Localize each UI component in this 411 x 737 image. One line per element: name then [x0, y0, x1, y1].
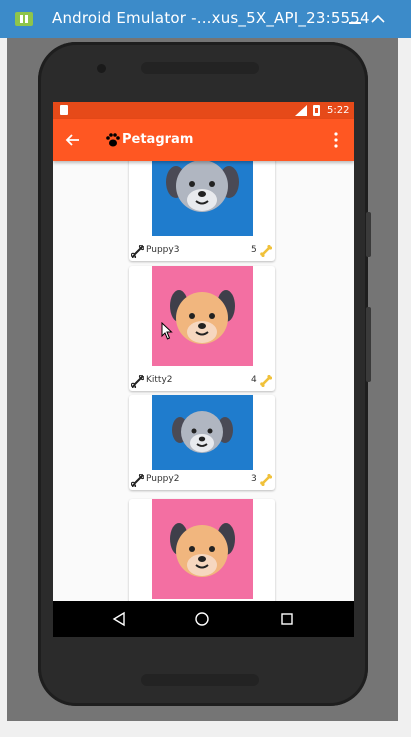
- pet-rating: 3: [251, 474, 257, 484]
- bone-icon[interactable]: [131, 245, 144, 258]
- mouse-cursor-icon: [161, 322, 173, 340]
- pet-photo: [152, 499, 253, 599]
- bottom-speaker: [141, 674, 259, 686]
- home-circle-icon[interactable]: [194, 611, 210, 627]
- bone-gold-icon: [260, 375, 272, 387]
- bone-icon[interactable]: [131, 375, 144, 388]
- pet-rating: 5: [251, 245, 257, 255]
- bone-gold-icon: [260, 245, 272, 257]
- window-title: Android Emulator -...xus_5X_API_23:5554: [52, 9, 370, 27]
- top-speaker: [141, 62, 259, 74]
- back-arrow-icon[interactable]: [64, 131, 82, 149]
- maximize-button[interactable]: [369, 10, 387, 28]
- app-bar: Petagram: [53, 119, 354, 161]
- pet-photo: [152, 266, 253, 366]
- back-triangle-icon[interactable]: [111, 611, 127, 627]
- pet-card[interactable]: Kitty2 4: [129, 266, 275, 391]
- pet-photo: [152, 161, 253, 236]
- overflow-menu-icon[interactable]: [333, 131, 339, 149]
- window-title-bar[interactable]: Android Emulator -...xus_5X_API_23:5554: [0, 0, 411, 38]
- pet-name: Kitty2: [146, 375, 173, 385]
- pet-list[interactable]: Puppy3 5 Kitty2 4 Puppy2 3: [53, 161, 354, 601]
- status-bar: 5:22: [53, 102, 354, 119]
- pet-name: Puppy3: [146, 245, 180, 255]
- recents-square-icon[interactable]: [279, 611, 295, 627]
- bone-gold-icon: [260, 474, 272, 486]
- status-time: 5:22: [327, 105, 350, 116]
- pet-card[interactable]: [129, 499, 275, 601]
- volume-button[interactable]: [366, 212, 371, 257]
- system-nav-bar: [53, 601, 354, 637]
- minimize-button[interactable]: [346, 10, 364, 28]
- signal-icon: [295, 105, 307, 116]
- pet-card-footer: Kitty2 4: [129, 371, 275, 391]
- sd-card-icon: [60, 105, 68, 115]
- camera-icon: [97, 64, 106, 73]
- emulator-window: Android Emulator -...xus_5X_API_23:5554 …: [0, 0, 411, 737]
- app-title: Petagram: [122, 132, 194, 147]
- android-emulator-icon: [15, 12, 33, 26]
- bone-icon[interactable]: [131, 474, 144, 487]
- pet-card-footer: Puppy3 5: [129, 241, 275, 261]
- power-button[interactable]: [366, 307, 371, 382]
- pet-rating: 4: [251, 375, 257, 385]
- battery-icon: [313, 105, 320, 116]
- paw-icon: [106, 133, 120, 147]
- device-screen: 5:22 Petagram Puppy3 5 Kitty2 4 Puppy2 3: [53, 102, 354, 637]
- pet-card[interactable]: Puppy2 3: [129, 395, 275, 490]
- pet-card-footer: Puppy2 3: [129, 470, 275, 490]
- pet-card[interactable]: Puppy3 5: [129, 161, 275, 261]
- pet-name: Puppy2: [146, 474, 180, 484]
- pet-photo: [152, 395, 253, 470]
